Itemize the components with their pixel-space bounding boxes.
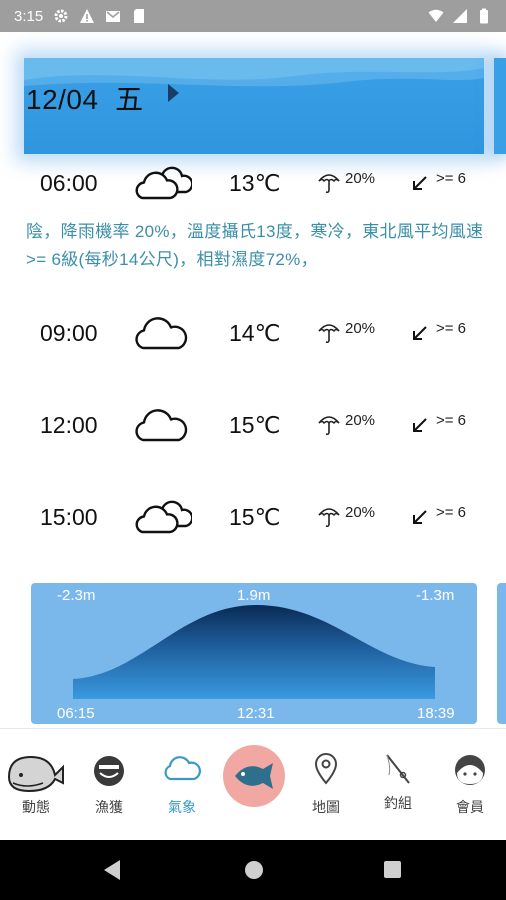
status-bar: 3:15 bbox=[0, 0, 506, 32]
fish-basket-icon bbox=[94, 756, 124, 786]
forecast-row[interactable]: 15:00 15℃ 20% >= 6 bbox=[0, 492, 506, 542]
nav-item-catch[interactable]: 漁獲 bbox=[77, 729, 141, 841]
umbrella-icon bbox=[318, 416, 340, 436]
cloud-icon bbox=[135, 317, 188, 350]
wind-level: >= 6 bbox=[436, 412, 467, 429]
system-nav-bar bbox=[0, 840, 506, 900]
gmail-icon bbox=[106, 11, 121, 22]
battery-icon bbox=[480, 8, 488, 24]
wifi-icon bbox=[428, 9, 444, 22]
date-banner: 12/04 五 bbox=[24, 58, 484, 154]
map-pin-icon bbox=[314, 753, 338, 785]
forecast-time: 06:00 bbox=[40, 170, 98, 196]
nav-item-map[interactable]: 地圖 bbox=[294, 729, 358, 841]
cloud-icon bbox=[164, 756, 201, 781]
nav-item-dynamics[interactable]: 動態 bbox=[4, 729, 68, 841]
wind-direction-icon bbox=[413, 510, 427, 524]
rain-probability: 20% bbox=[345, 320, 376, 337]
nav-item-rig[interactable]: 釣組 bbox=[366, 729, 430, 841]
tide-curve bbox=[73, 605, 435, 699]
wind-direction-icon bbox=[413, 326, 427, 340]
warning-icon bbox=[80, 9, 95, 23]
forecast-time: 09:00 bbox=[40, 320, 98, 346]
signal-icon bbox=[453, 9, 467, 23]
forecast-temp: 15℃ bbox=[229, 412, 281, 438]
forecast-temp: 14℃ bbox=[229, 320, 281, 346]
next-day-arrow[interactable] bbox=[168, 84, 179, 102]
whale-icon bbox=[7, 755, 64, 793]
rain-probability: 20% bbox=[345, 412, 376, 429]
forecast-time: 12:00 bbox=[40, 412, 98, 438]
fish-icon bbox=[235, 763, 273, 789]
recents-icon[interactable] bbox=[384, 861, 401, 878]
tide-time-3: 18:39 bbox=[417, 705, 455, 722]
tide-low-1: -2.3m bbox=[57, 587, 96, 604]
nav-item-weather[interactable]: 氣象 bbox=[150, 729, 214, 841]
cloud-icon bbox=[135, 409, 188, 442]
umbrella-icon bbox=[318, 508, 340, 528]
wind-level: >= 6 bbox=[436, 504, 467, 521]
wind-direction-icon bbox=[413, 176, 427, 190]
forecast-time: 15:00 bbox=[40, 504, 98, 530]
fishing-rod-icon bbox=[386, 754, 410, 784]
tide-card[interactable]: -2.3m 1.9m -1.3m 06:15 12:31 18:39 bbox=[31, 583, 477, 724]
forecast-row[interactable]: 12:00 15℃ 20% >= 6 bbox=[0, 400, 506, 450]
umbrella-icon bbox=[318, 174, 340, 194]
tide-time-2: 12:31 bbox=[237, 705, 275, 722]
weekday-value: 五 bbox=[115, 84, 144, 115]
forecast-temp: 15℃ bbox=[229, 504, 281, 530]
nav-item-member[interactable]: 會員 bbox=[438, 729, 502, 841]
bottom-nav: 動態 漁獲 氣象 地圖 釣組 會員 bbox=[0, 728, 506, 840]
forecast-row[interactable]: 09:00 14℃ 20% >= 6 bbox=[0, 308, 506, 358]
nav-label-weather: 氣象 bbox=[168, 799, 196, 815]
umbrella-icon bbox=[318, 324, 340, 344]
weather-description: 陰，降雨機率 20%，溫度攝氏13度，寒冷，東北風平均風速>= 6級(每秒14公… bbox=[26, 222, 484, 269]
home-icon[interactable] bbox=[245, 861, 263, 879]
date-value: 12/04 bbox=[26, 84, 99, 115]
nav-label-catch: 漁獲 bbox=[95, 799, 123, 815]
wind-level: >= 6 bbox=[436, 320, 467, 337]
member-icon bbox=[455, 755, 485, 785]
wind-level: >= 6 bbox=[436, 170, 467, 187]
partly-cloudy-icon bbox=[135, 166, 192, 200]
nav-label-member: 會員 bbox=[456, 799, 484, 815]
gear-icon bbox=[54, 9, 68, 23]
fish-fab-button[interactable] bbox=[223, 745, 285, 807]
nav-label-dynamics: 動態 bbox=[22, 799, 50, 815]
nav-label-rig: 釣組 bbox=[384, 795, 412, 811]
forecast-temp: 13℃ bbox=[229, 170, 281, 196]
tide-time-1: 06:15 bbox=[57, 705, 95, 722]
back-icon[interactable] bbox=[104, 860, 120, 880]
date-label: 12/04 五 bbox=[26, 78, 144, 118]
rain-probability: 20% bbox=[345, 170, 376, 187]
status-time: 3:15 bbox=[14, 7, 44, 25]
partly-cloudy-icon bbox=[135, 500, 192, 534]
next-tide-peek[interactable] bbox=[497, 583, 506, 724]
sd-card-icon bbox=[134, 9, 145, 23]
rain-probability: 20% bbox=[345, 504, 376, 521]
forecast-row[interactable]: 06:00 13℃ 20% >= 6 bbox=[0, 158, 506, 208]
nav-label-map: 地圖 bbox=[312, 799, 340, 815]
tide-low-2: -1.3m bbox=[416, 587, 455, 604]
next-banner-peek[interactable] bbox=[494, 58, 506, 154]
tide-high: 1.9m bbox=[237, 587, 271, 604]
wind-direction-icon bbox=[413, 418, 427, 432]
